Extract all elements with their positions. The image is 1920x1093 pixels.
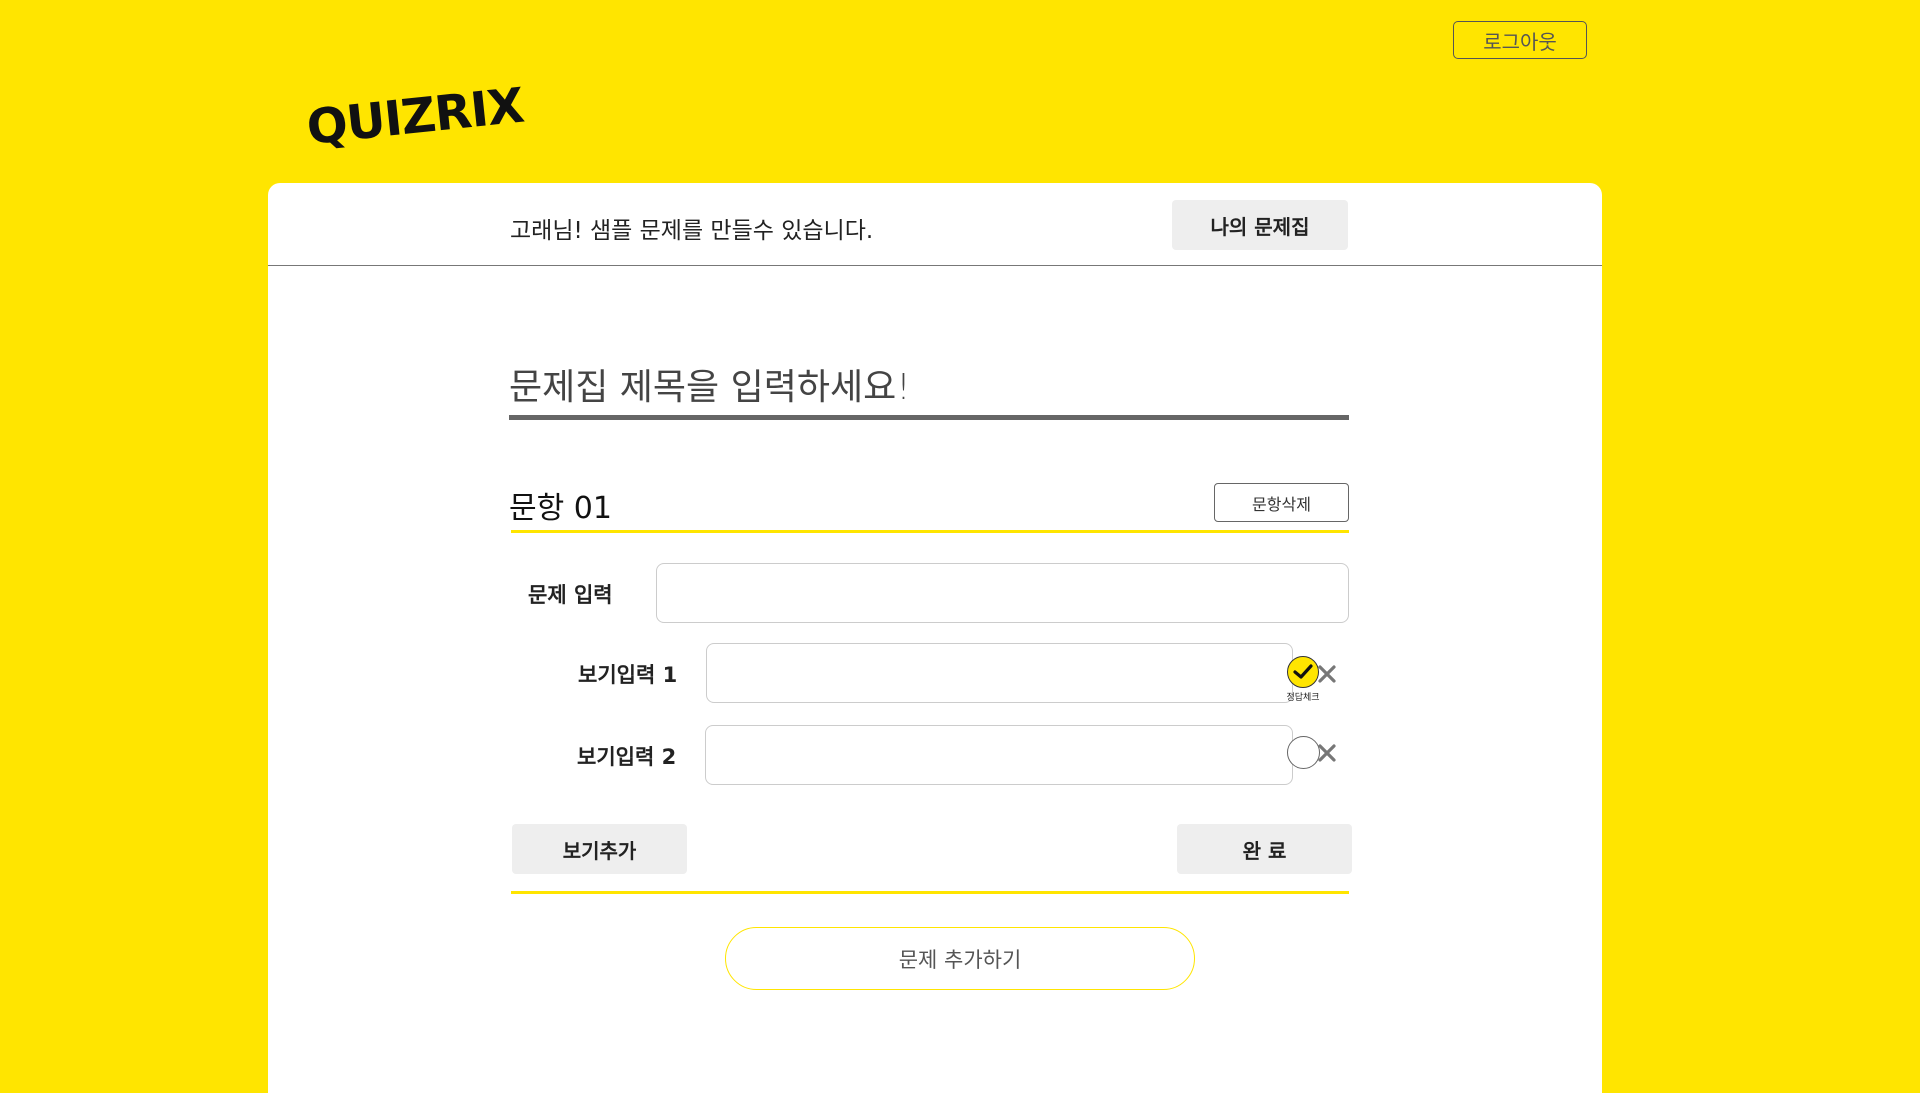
choice-label-2: 보기입력 2 (577, 745, 677, 769)
question-divider-bottom (511, 891, 1349, 894)
done-button[interactable]: 완 료 (1177, 824, 1352, 874)
answer-check-caption: 정답체크 (1286, 693, 1320, 703)
card-header: 고래님! 샘플 문제를 만들수 있습니다. 나의 문제집 (268, 183, 1602, 266)
choice-input-1[interactable] (706, 643, 1293, 703)
remove-choice-2-button[interactable] (1315, 741, 1339, 765)
logo[interactable]: QUIZRIX (304, 78, 526, 156)
choice-input-2[interactable] (705, 725, 1293, 785)
question-divider-top (511, 530, 1349, 533)
my-quizbook-button[interactable]: 나의 문제집 (1172, 200, 1348, 250)
quizbook-title-input[interactable] (509, 360, 1349, 420)
quiz-editor-card: 고래님! 샘플 문제를 만들수 있습니다. 나의 문제집 문항 01 문항삭제 … (268, 183, 1602, 1093)
question-input[interactable] (656, 563, 1349, 623)
add-question-button[interactable]: 문제 추가하기 (725, 927, 1195, 990)
close-icon (1318, 665, 1336, 683)
logout-button[interactable]: 로그아웃 (1453, 21, 1587, 59)
question-title: 문항 01 (509, 491, 612, 526)
add-choice-button[interactable]: 보기추가 (512, 824, 687, 874)
choice-label-1: 보기입력 1 (578, 663, 678, 687)
remove-choice-1-button[interactable] (1315, 662, 1339, 686)
close-icon (1318, 744, 1336, 762)
delete-question-button[interactable]: 문항삭제 (1214, 483, 1349, 522)
question-input-label: 문제 입력 (528, 583, 613, 607)
greeting-text: 고래님! 샘플 문제를 만들수 있습니다. (510, 218, 874, 244)
